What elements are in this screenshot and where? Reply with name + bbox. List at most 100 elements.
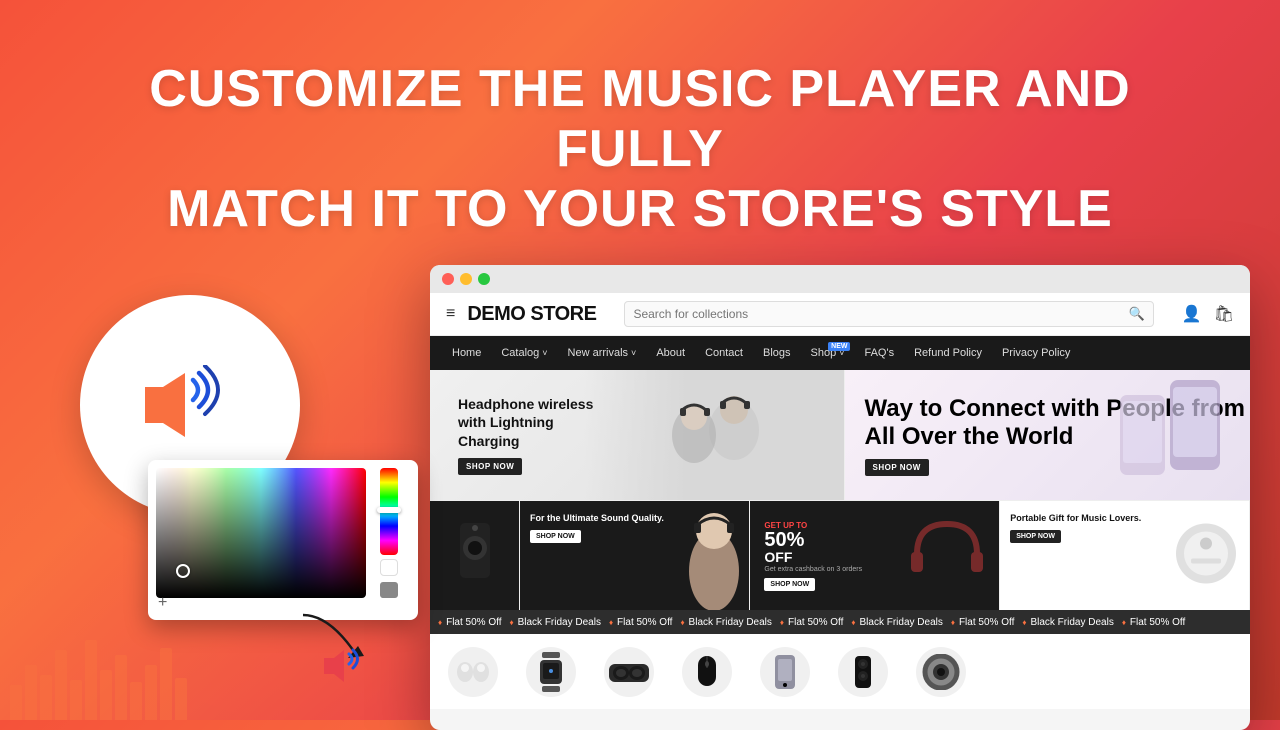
color-gradient-area[interactable]: [156, 468, 366, 598]
hero-section: Headphone wireless with Lightning Chargi…: [430, 370, 1250, 500]
robot-vacuum-svg: [1171, 518, 1241, 588]
bottom-products: [430, 634, 1250, 709]
eq-bar: [40, 675, 52, 720]
nav-item-home[interactable]: Home: [442, 336, 491, 370]
nav-item-about[interactable]: About: [646, 336, 695, 370]
nav-item-faqs[interactable]: FAQ's: [854, 336, 904, 370]
nav-menu: Home Catalog ˅ New arrivals ˅ About Cont…: [430, 336, 1250, 370]
ticker-diamond-5: ♦: [780, 618, 784, 627]
bottom-product-earbuds[interactable]: [438, 647, 508, 697]
product-grid: For the Ultimate Sound Quality. SHOP NOW…: [430, 500, 1250, 610]
product-circle-speaker: [838, 647, 888, 697]
product-card-3-btn[interactable]: SHOP NOW: [764, 578, 815, 591]
hero-left-title: Headphone wireless with Lightning Chargi…: [458, 395, 598, 450]
camera-svg: [919, 654, 963, 690]
search-bar[interactable]: 🔍: [624, 301, 1153, 327]
bottom-product-phone[interactable]: [750, 647, 820, 697]
store-logo: DEMO STORE: [467, 303, 596, 326]
minimize-button-dot[interactable]: [460, 273, 472, 285]
eq-bar: [130, 682, 142, 720]
hue-slider[interactable]: [380, 468, 398, 555]
product-card-3: GET UP TO 50% OFF Get extra cashback on …: [750, 501, 1000, 610]
hamburger-icon[interactable]: ≡: [446, 305, 455, 323]
hero-right-btn[interactable]: SHOP NOW: [865, 459, 929, 476]
product-card-2-btn[interactable]: SHOP NOW: [530, 530, 581, 543]
close-button-dot[interactable]: [442, 273, 454, 285]
product-circle-vr: [604, 647, 654, 697]
search-icon[interactable]: 🔍: [1129, 306, 1145, 322]
nav-item-catalog[interactable]: Catalog ˅: [491, 336, 557, 370]
woman-headphone-svg: [679, 501, 749, 610]
speaker-graphic: [135, 365, 245, 445]
product-card-4-text: Portable Gift for Music Lovers. SHOP NOW: [1010, 513, 1141, 543]
ticker-item-7: ♦ Flat 50% Off: [951, 617, 1015, 628]
ticker-item-4: ♦ Black Friday Deals: [680, 617, 771, 628]
ticker-item-2: ♦ Black Friday Deals: [510, 617, 601, 628]
hue-thumb[interactable]: [377, 507, 401, 513]
ticker-diamond-3: ♦: [609, 618, 613, 627]
product-card-2-title: For the Ultimate Sound Quality.: [530, 513, 664, 525]
sale-sub: Get extra cashback on 3 orders: [764, 566, 985, 573]
speaker-bottom-svg: [853, 654, 873, 690]
eq-bar: [70, 680, 82, 720]
product-circle-watch: [526, 647, 576, 697]
eq-bar: [10, 685, 22, 720]
product-circle-phone: [760, 647, 810, 697]
product-card-2-image: [679, 501, 749, 610]
ticker-item-5: ♦ Flat 50% Off: [780, 617, 844, 628]
ticker-bar: ♦ Flat 50% Off ♦ Black Friday Deals ♦ Fl…: [430, 610, 1250, 634]
ticker-item-3: ♦ Flat 50% Off: [609, 617, 673, 628]
product-card-2-text: For the Ultimate Sound Quality. SHOP NOW: [530, 513, 664, 543]
bottom-product-mouse[interactable]: [672, 647, 742, 697]
sale-off: OFF: [764, 550, 985, 564]
sale-percent: 50%: [764, 530, 985, 550]
nav-item-blogs[interactable]: Blogs: [753, 336, 801, 370]
maximize-button-dot[interactable]: [478, 273, 490, 285]
hero-title-line2: MATCH IT TO YOUR STORE'S STYLE: [80, 180, 1200, 240]
ticker-diamond-7: ♦: [951, 618, 955, 627]
bottom-product-speaker[interactable]: [828, 647, 898, 697]
hero-left-btn[interactable]: SHOP NOW: [458, 458, 522, 475]
eq-bar: [145, 665, 157, 720]
bottom-product-camera[interactable]: [906, 647, 976, 697]
add-color-button[interactable]: +: [158, 594, 167, 612]
watch-svg: [538, 652, 564, 692]
bottom-speaker-svg: [322, 646, 370, 686]
browser-window: ≡ DEMO STORE 🔍 👤 🛍 Home Catalog ˅ New ar…: [430, 265, 1250, 730]
nav-item-shop[interactable]: Shop ˅ NEW: [801, 336, 855, 370]
cart-icon[interactable]: 🛍: [1214, 304, 1234, 324]
nav-item-privacy[interactable]: Privacy Policy: [992, 336, 1080, 370]
hero-title: CUSTOMIZE THE MUSIC PLAYER AND FULLY MAT…: [0, 60, 1280, 239]
mouse-svg: [696, 654, 718, 690]
product-card-4-title: Portable Gift for Music Lovers.: [1010, 513, 1141, 525]
hero-banner-left-content: Headphone wireless with Lightning Chargi…: [458, 395, 598, 475]
eq-bar: [85, 640, 97, 720]
ticker-diamond-8: ♦: [1022, 618, 1026, 627]
product-card-4: Portable Gift for Music Lovers. SHOP NOW: [1000, 501, 1250, 610]
ticker-item-9: ♦ Flat 50% Off: [1122, 617, 1186, 628]
eq-bar: [115, 655, 127, 720]
color-crosshair[interactable]: [176, 564, 190, 578]
ticker-diamond-4: ♦: [680, 618, 684, 627]
user-icon[interactable]: 👤: [1182, 304, 1202, 324]
hero-left-image: [584, 370, 844, 500]
product-circle-camera: [916, 647, 966, 697]
bottom-product-watch[interactable]: [516, 647, 586, 697]
header-icons: 👤 🛍: [1182, 304, 1234, 324]
hero-banner-left: Headphone wireless with Lightning Chargi…: [430, 370, 844, 500]
nav-item-refund[interactable]: Refund Policy: [904, 336, 992, 370]
opacity-slider[interactable]: [380, 559, 398, 577]
product-card-1-content: [450, 518, 500, 593]
color-preview: [380, 582, 398, 598]
search-input[interactable]: [633, 307, 1128, 321]
nav-item-contact[interactable]: Contact: [695, 336, 753, 370]
bottom-product-vr[interactable]: [594, 647, 664, 697]
product-card-3-content: GET UP TO 50% OFF Get extra cashback on …: [758, 509, 991, 602]
product-card-4-image: [1171, 518, 1241, 593]
ticker-item-6: ♦ Black Friday Deals: [851, 617, 942, 628]
product-card-1: [430, 501, 520, 610]
product-card-4-btn[interactable]: SHOP NOW: [1010, 530, 1061, 543]
shop-new-badge: NEW: [828, 342, 850, 351]
nav-item-new-arrivals[interactable]: New arrivals ˅: [558, 336, 647, 370]
hero-right-image: [1110, 375, 1240, 500]
